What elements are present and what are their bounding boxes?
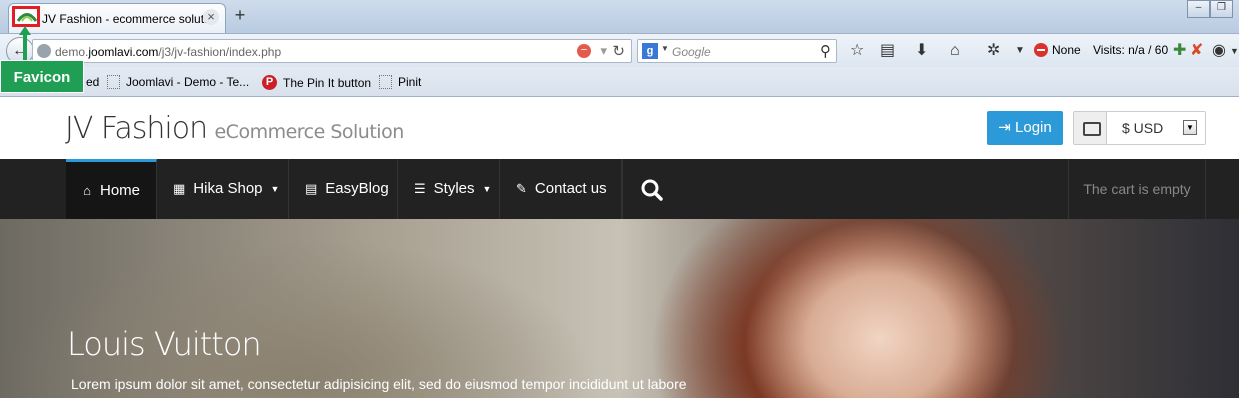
chevron-down-icon[interactable]: ▼ [1183, 120, 1197, 135]
address-bar[interactable]: demo.joomlavi.com/j3/jv-fashion/index.ph… [32, 39, 632, 63]
tab-title: JV Fashion - ecommerce soluti... [42, 12, 217, 26]
nav-item-easyblog[interactable]: ▤ EasyBlog [289, 159, 398, 219]
grid-icon: ▦ [173, 181, 186, 196]
list-icon: ☰ [414, 181, 426, 196]
color-wheel-icon[interactable]: ◉ [1212, 42, 1226, 60]
restore-icon[interactable]: ❐ [1210, 0, 1233, 18]
edit-icon: ✎ [516, 181, 527, 196]
document-icon: ▤ [305, 181, 318, 196]
bookmark-star-icon[interactable]: ☆ [850, 42, 864, 60]
browser-tab[interactable]: JV Fashion - ecommerce soluti... × [8, 3, 226, 33]
minimize-icon[interactable]: – [1187, 0, 1210, 18]
money-icon [1074, 112, 1107, 144]
page-icon [107, 75, 120, 89]
favicon-icon [17, 13, 37, 22]
callout-arrow-icon [19, 26, 31, 62]
google-icon[interactable]: g [642, 43, 658, 59]
none-label: None [1052, 43, 1081, 57]
brand-tagline: eCommerce Solution [214, 121, 404, 143]
bookmark-item[interactable]: Pinit [379, 75, 421, 89]
hero-title: Louis Vuitton [67, 325, 262, 363]
currency-value: $ USD [1122, 120, 1164, 136]
home-browser-icon[interactable]: ⌂ [950, 42, 960, 60]
bookmarks-list-icon[interactable]: ▤ [880, 42, 895, 60]
browser-navbar: ← demo.joomlavi.com/j3/jv-fashion/index.… [0, 33, 1239, 67]
nav-item-styles[interactable]: ☰ Styles ▼ [398, 159, 500, 219]
dropdown-arrow-icon[interactable]: ▾ [600, 43, 607, 59]
bookmark-item[interactable]: ed [86, 75, 99, 89]
search-icon[interactable]: ⚲ [820, 42, 831, 60]
search-box[interactable]: g ▼ Google ⚲ [637, 39, 837, 63]
hero-text: Lorem ipsum dolor sit amet, consectetur … [71, 376, 687, 392]
bookmark-item[interactable]: Joomlavi - Demo - Te... [107, 75, 249, 89]
close-tab-icon[interactable]: × [203, 9, 219, 25]
search-placeholder: Google [672, 45, 711, 59]
currency-select[interactable]: $ USD ▼ [1073, 111, 1206, 145]
reload-icon[interactable]: ↻ [612, 42, 625, 60]
nav-item-hika-shop[interactable]: ▦ Hika Shop ▼ [157, 159, 289, 219]
site-header: JV Fashion eCommerce Solution ⇥ Login $ … [0, 97, 1239, 159]
page-icon [379, 75, 392, 89]
window-controls: – ❐ [1187, 0, 1233, 18]
tab-strip: JV Fashion - ecommerce soluti... × + – ❐ [0, 0, 1239, 33]
nav-item-home[interactable]: ⌂ Home [66, 159, 157, 219]
bookmark-item[interactable]: P The Pin It button [262, 75, 371, 90]
addon-puzzle-icon[interactable]: ✚ [1173, 42, 1186, 60]
bookmarks-bar: ed Joomlavi - Demo - Te... P The Pin It … [0, 67, 1239, 97]
block-icon[interactable] [1034, 43, 1048, 57]
addon-bug-icon[interactable]: ✲ [987, 42, 1000, 60]
pinterest-icon: P [262, 75, 277, 90]
login-button[interactable]: ⇥ Login [987, 111, 1063, 145]
caret-down-icon: ▼ [270, 184, 280, 194]
addon-x-icon[interactable]: ✘ [1190, 42, 1203, 60]
chevron-down-icon[interactable]: ▼ [1230, 42, 1239, 60]
chevron-down-icon[interactable]: ▼ [1015, 42, 1025, 60]
url-text: demo.joomlavi.com/j3/jv-fashion/index.ph… [55, 45, 282, 59]
nav-item-contact-us[interactable]: ✎ Contact us [500, 159, 622, 219]
chevron-down-icon[interactable]: ▼ [661, 44, 669, 53]
sign-in-icon: ⇥ [998, 119, 1011, 136]
cart-status[interactable]: The cart is empty [1068, 159, 1206, 219]
stop-icon[interactable]: − [577, 44, 591, 58]
globe-icon [37, 44, 51, 58]
nav-search-button[interactable] [622, 159, 682, 219]
favicon-highlight [12, 6, 40, 27]
new-tab-button[interactable]: + [230, 6, 250, 26]
caret-down-icon: ▼ [482, 184, 492, 194]
site-logo[interactable]: JV Fashion eCommerce Solution [65, 111, 404, 146]
download-icon[interactable]: ⬇ [915, 42, 928, 60]
home-icon: ⌂ [83, 183, 91, 198]
main-nav: ⌂ Home ▦ Hika Shop ▼ ▤ EasyBlog ☰ Styles… [0, 159, 1239, 219]
hero-slider[interactable]: Louis Vuitton Lorem ipsum dolor sit amet… [0, 219, 1239, 398]
visits-counter: Visits: n/a / 60 [1093, 43, 1169, 57]
brand-name: JV Fashion [65, 111, 208, 146]
favicon-callout-label: Favicon [0, 60, 84, 93]
search-icon [641, 179, 663, 201]
